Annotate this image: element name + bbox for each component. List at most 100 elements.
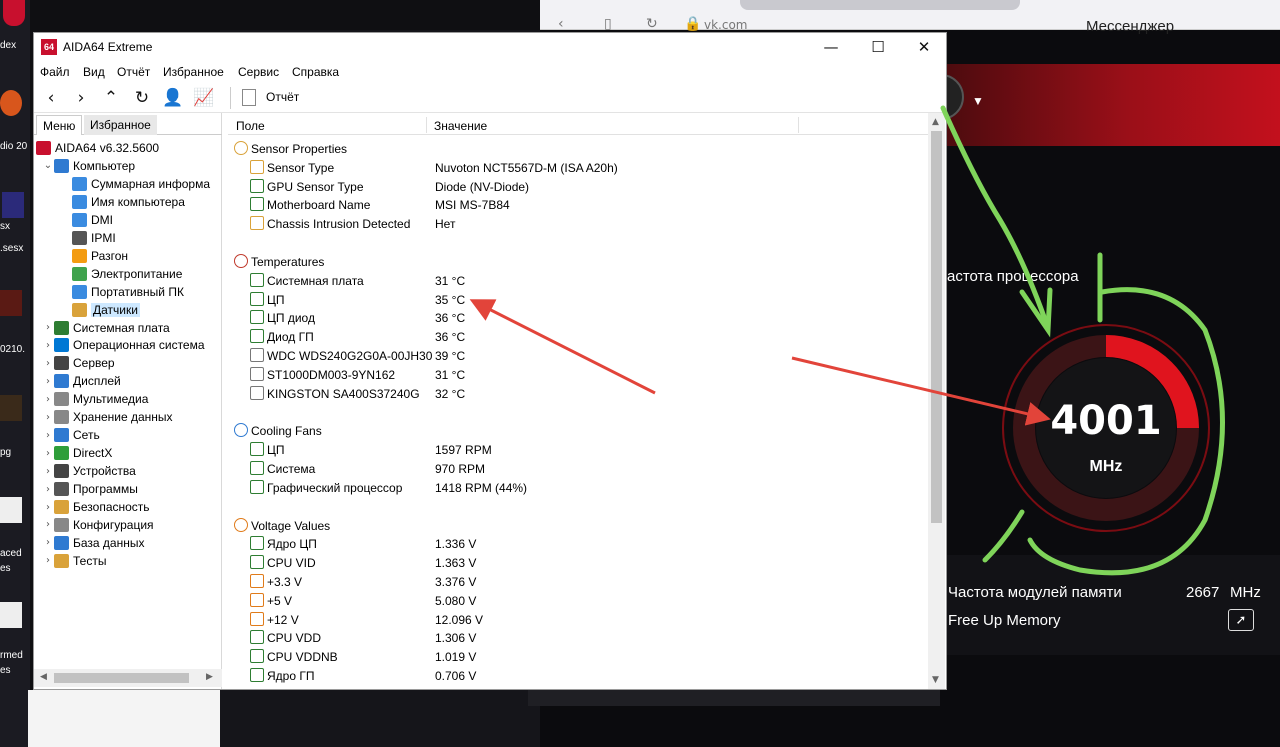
table-row[interactable]: CPU VDDNB 1.019 V <box>228 647 928 666</box>
column-value-header[interactable]: Значение <box>434 119 487 133</box>
tree-item[interactable]: › База данных <box>42 534 144 552</box>
section-header[interactable]: Temperatures <box>228 252 928 271</box>
app-icon[interactable] <box>2 192 24 218</box>
tree-item[interactable]: ⌄ Компьютер <box>42 157 135 175</box>
table-row[interactable]: +12 V 12.096 V <box>228 610 928 629</box>
table-row[interactable]: Система 970 RPM <box>228 459 928 478</box>
back-icon[interactable]: ‹ <box>558 16 564 32</box>
chevron-right-icon[interactable]: › <box>42 555 54 566</box>
tree-item[interactable]: › DirectX <box>42 444 112 462</box>
table-row[interactable]: Ядро ЦП 1.336 V <box>228 534 928 553</box>
tab-menu[interactable]: Меню <box>36 115 83 135</box>
tree-item[interactable]: DMI <box>60 211 113 229</box>
tree-item[interactable]: › Хранение данных <box>42 408 173 426</box>
tree-item[interactable]: Разгон <box>60 247 128 265</box>
scrollbar-thumb[interactable] <box>931 131 942 523</box>
table-row[interactable]: Sensor Type Nuvoton NCT5567D-M (ISA A20h) <box>228 158 928 177</box>
app-icon[interactable] <box>0 90 22 116</box>
table-row[interactable]: +3.3 V 3.376 V <box>228 572 928 591</box>
chevron-right-icon[interactable]: › <box>42 412 54 423</box>
tree-item[interactable]: Электропитание <box>60 265 182 283</box>
minimize-button[interactable]: — <box>808 33 854 61</box>
table-row[interactable]: Диод ГП 36 °C <box>228 327 928 346</box>
tree-item[interactable]: › Безопасность <box>42 498 150 516</box>
tree-item[interactable]: › Тесты <box>42 552 106 570</box>
menu-favorites[interactable]: Избранное <box>163 65 224 79</box>
menu-service[interactable]: Сервис <box>238 65 279 79</box>
app-icon[interactable] <box>0 290 22 316</box>
tree-item[interactable]: › Устройства <box>42 462 136 480</box>
section-header[interactable]: Sensor Properties <box>228 139 928 158</box>
horizontal-scrollbar[interactable]: ◀ ▶ <box>34 669 222 687</box>
table-row[interactable]: Графический процессор 1418 RPM (44%) <box>228 478 928 497</box>
app-icon[interactable] <box>0 602 22 628</box>
table-row[interactable]: +5 V 5.080 V <box>228 591 928 610</box>
tree-item[interactable]: › Сеть <box>42 426 100 444</box>
menu-view[interactable]: Вид <box>83 65 105 79</box>
maximize-button[interactable]: ☐ <box>855 33 901 61</box>
table-row[interactable]: ST1000DM003-9YN162 31 °C <box>228 365 928 384</box>
tab-favorites[interactable]: Избранное <box>84 115 157 135</box>
menu-file[interactable]: Файл <box>40 65 70 79</box>
chevron-right-icon[interactable]: › <box>42 519 54 530</box>
menu-help[interactable]: Справка <box>292 65 339 79</box>
table-row[interactable]: Ядро ГП 0.706 V <box>228 666 928 685</box>
scrollbar-thumb[interactable] <box>54 673 189 683</box>
table-row[interactable]: Motherboard Name MSI MS-7B84 <box>228 195 928 214</box>
close-button[interactable]: ✕ <box>901 33 947 61</box>
table-row[interactable]: ЦП 1597 RPM <box>228 440 928 459</box>
bookmark-icon[interactable]: ▯ <box>604 16 612 32</box>
chevron-right-icon[interactable]: › <box>42 448 54 459</box>
tree-item[interactable]: › Конфигурация <box>42 516 154 534</box>
table-row[interactable]: ЦП диод 36 °C <box>228 308 928 327</box>
app-icon[interactable] <box>0 497 22 523</box>
free-memory-button[interactable]: ➚ <box>1228 609 1254 631</box>
chevron-right-icon[interactable]: › <box>42 340 54 351</box>
refresh-icon[interactable]: ↻ <box>131 87 153 109</box>
table-row[interactable]: Системная плата 31 °C <box>228 271 928 290</box>
tree-item[interactable]: › Дисплей <box>42 372 121 390</box>
tree-item[interactable]: › Программы <box>42 480 138 498</box>
user-icon[interactable]: 👤 <box>162 87 184 109</box>
table-row[interactable]: GPU Sensor Type Diode (NV-Diode) <box>228 177 928 196</box>
menu-report[interactable]: Отчёт <box>117 65 150 79</box>
table-row[interactable]: Chassis Intrusion Detected Нет <box>228 214 928 233</box>
chevron-right-icon[interactable]: › <box>42 502 54 513</box>
report-button-label[interactable]: Отчёт <box>266 90 299 104</box>
tree-item[interactable]: IPMI <box>60 229 116 247</box>
chevron-right-icon[interactable]: › <box>42 376 54 387</box>
section-header[interactable]: Cooling Fans <box>228 421 928 440</box>
url-text[interactable]: vk.com <box>704 18 748 32</box>
scroll-left-icon[interactable]: ◀ <box>40 672 47 682</box>
tree-item[interactable]: AIDA64 v6.32.5600 <box>36 139 159 157</box>
app-icon[interactable] <box>0 395 22 421</box>
share-icon[interactable]: ↻ <box>646 16 658 32</box>
forward-icon[interactable]: › <box>70 87 92 109</box>
tree-item[interactable]: › Системная плата <box>42 319 170 337</box>
table-row[interactable]: WDC WDS240G2G0A-00JH30 39 °C <box>228 346 928 365</box>
chevron-right-icon[interactable]: › <box>42 484 54 495</box>
vertical-scrollbar[interactable]: ▲ ▼ <box>928 113 945 689</box>
tree-item[interactable]: Суммарная информа <box>60 175 210 193</box>
up-icon[interactable]: ⌃ <box>100 87 122 109</box>
chevron-right-icon[interactable]: › <box>42 430 54 441</box>
tree-item[interactable]: Датчики <box>60 301 140 319</box>
tree-item[interactable]: Имя компьютера <box>60 193 185 211</box>
titlebar[interactable]: 64 AIDA64 Extreme — ☐ ✕ <box>34 33 946 61</box>
chart-icon[interactable]: 📈 <box>193 87 215 109</box>
back-icon[interactable]: ‹ <box>40 87 62 109</box>
table-row[interactable]: CPU VDD 1.306 V <box>228 628 928 647</box>
table-row[interactable]: KINGSTON SA400S37240G 32 °C <box>228 384 928 403</box>
tree-item[interactable]: › Операционная система <box>42 336 205 354</box>
app-icon[interactable] <box>3 0 25 26</box>
chevron-right-icon[interactable]: › <box>42 394 54 405</box>
tree-item[interactable]: › Мультимедиа <box>42 390 148 408</box>
chevron-down-icon[interactable]: ▼ <box>972 94 984 108</box>
scroll-up-icon[interactable]: ▲ <box>932 117 939 127</box>
chevron-right-icon[interactable]: › <box>42 358 54 369</box>
column-field-header[interactable]: Поле <box>236 119 265 133</box>
table-row[interactable]: ЦП 35 °C <box>228 290 928 309</box>
section-header[interactable]: Voltage Values <box>228 516 928 535</box>
scroll-right-icon[interactable]: ▶ <box>206 672 213 682</box>
column-divider[interactable] <box>426 117 427 133</box>
